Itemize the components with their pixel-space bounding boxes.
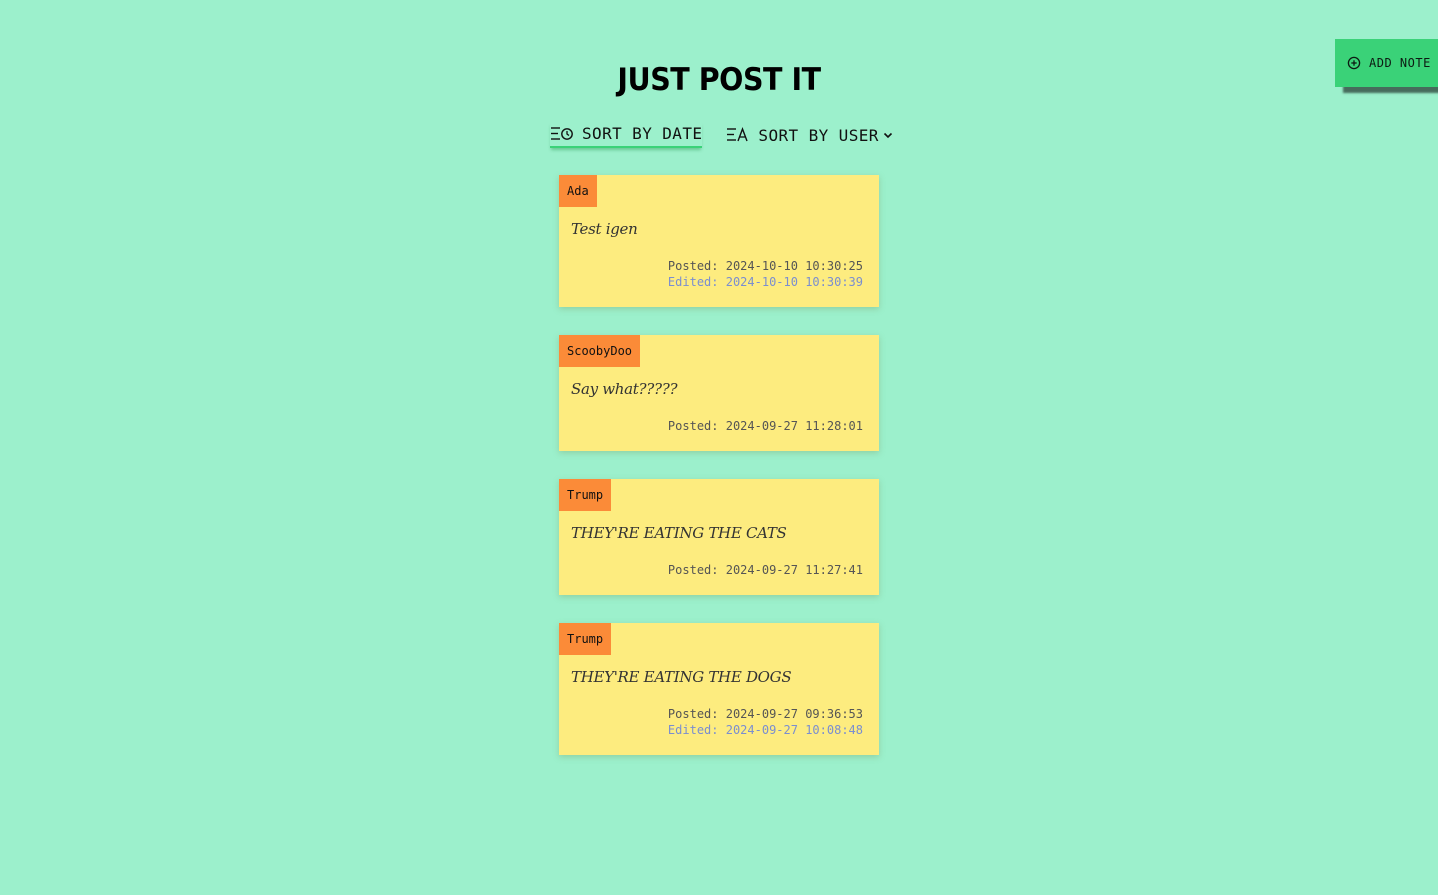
note-card[interactable]: Ada Test igen Posted: 2024-10-10 10:30:2… xyxy=(559,175,879,307)
note-posted: Posted: 2024-09-27 11:27:41 xyxy=(667,563,863,577)
note-user-tag: Ada xyxy=(559,175,597,207)
page-title: JUST POST IT xyxy=(617,62,821,98)
note-user-tag: ScoobyDoo xyxy=(559,335,641,367)
note-text: Test igen xyxy=(571,220,638,238)
note-card[interactable]: ScoobyDoo Say what????? Posted: 2024-09-… xyxy=(559,335,879,451)
chevron-down-icon xyxy=(882,129,894,141)
sort-bar: SORT BY DATE SORT BY USER xyxy=(550,122,894,148)
note-posted: Posted: 2024-09-27 11:28:01 xyxy=(667,419,863,433)
note-meta: Posted: 2024-10-10 10:30:25 Edited: 2024… xyxy=(559,248,879,290)
note-text: THEY'RE EATING THE DOGS xyxy=(571,668,792,686)
note-meta: Posted: 2024-09-27 11:27:41 xyxy=(559,552,879,578)
sort-by-date-label: SORT BY DATE xyxy=(582,124,703,143)
sort-by-date-button[interactable]: SORT BY DATE xyxy=(550,122,703,148)
note-user-tag: Trump xyxy=(559,623,612,655)
note-card[interactable]: Trump THEY'RE EATING THE CATS Posted: 20… xyxy=(559,479,879,595)
note-text: Say what????? xyxy=(571,380,678,398)
note-edited: Edited: 2024-10-10 10:30:39 xyxy=(667,275,863,289)
sort-alpha-icon xyxy=(726,126,750,144)
note-meta: Posted: 2024-09-27 11:28:01 xyxy=(559,408,879,434)
sort-by-user-button[interactable]: SORT BY USER xyxy=(726,122,893,148)
note-edited: Edited: 2024-09-27 10:08:48 xyxy=(667,723,863,737)
note-text: THEY'RE EATING THE CATS xyxy=(571,524,787,542)
note-posted: Posted: 2024-10-10 10:30:25 xyxy=(667,259,863,273)
notes-list: Ada Test igen Posted: 2024-10-10 10:30:2… xyxy=(559,175,879,783)
sort-by-user-label: SORT BY USER xyxy=(758,125,879,145)
page: ADD NOTE JUST POST IT SORT BY DATE SORT … xyxy=(0,0,1438,895)
sort-clock-icon xyxy=(550,125,574,143)
note-posted: Posted: 2024-09-27 09:36:53 xyxy=(667,707,863,721)
note-card[interactable]: Trump THEY'RE EATING THE DOGS Posted: 20… xyxy=(559,623,879,755)
note-meta: Posted: 2024-09-27 09:36:53 Edited: 2024… xyxy=(559,696,879,738)
note-user-tag: Trump xyxy=(559,479,612,511)
